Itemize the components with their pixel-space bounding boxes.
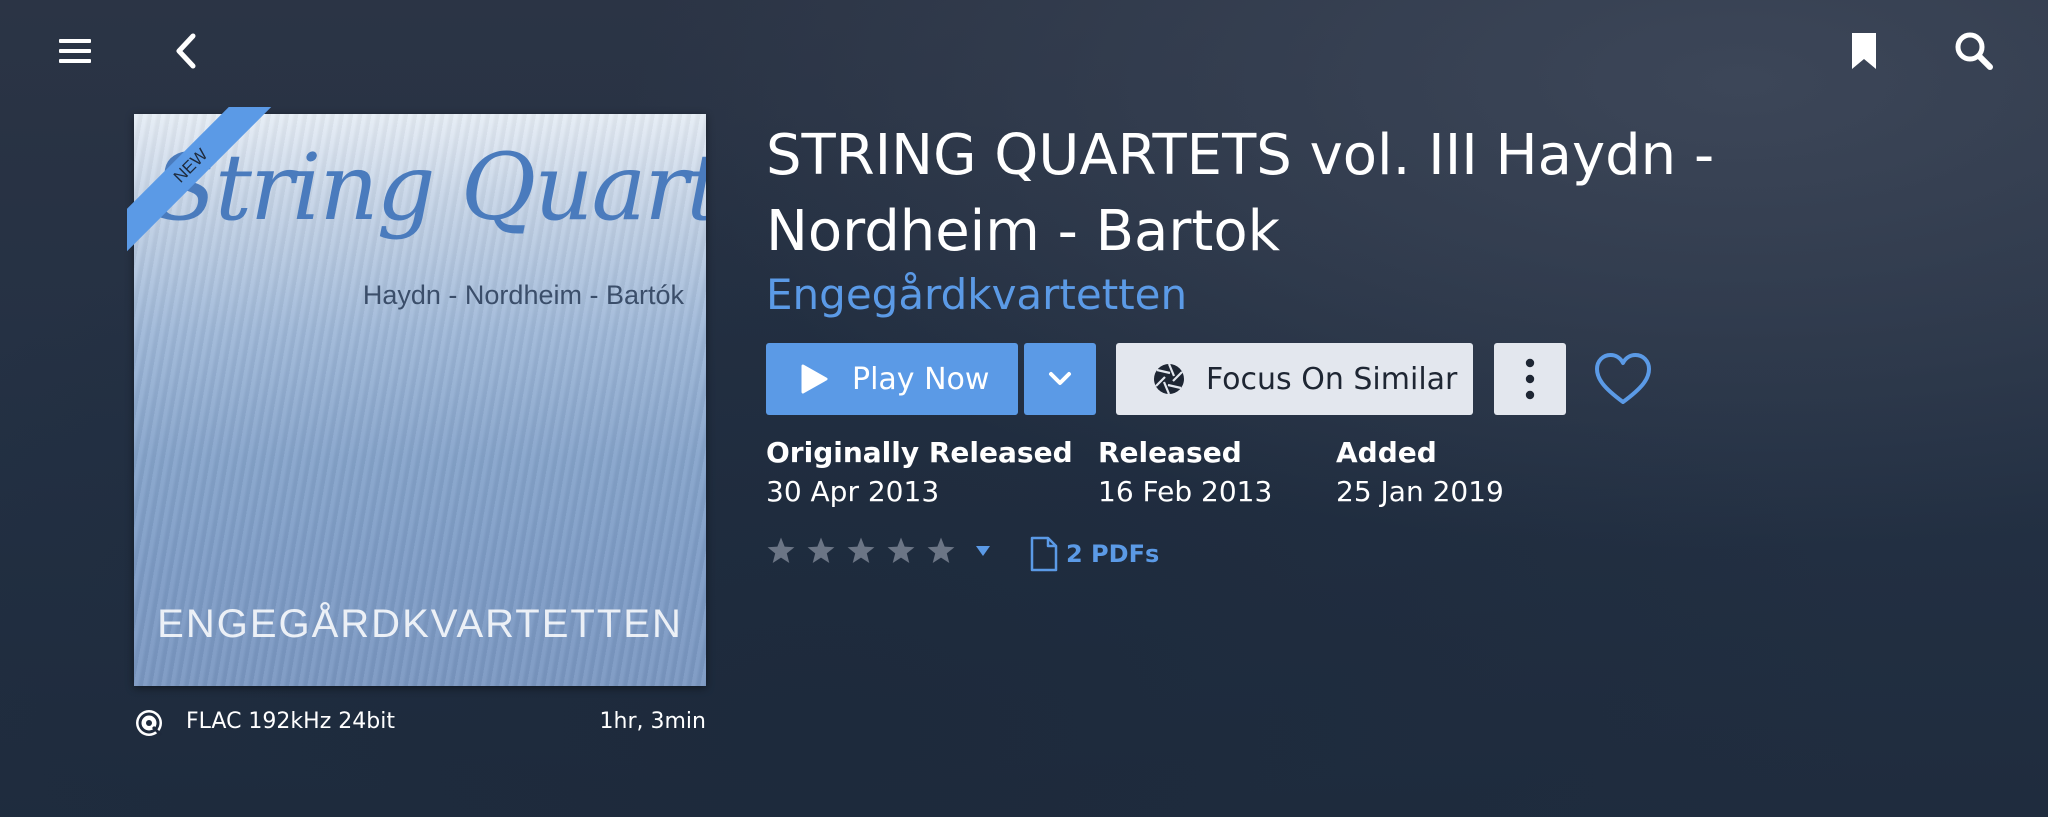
document-icon: [1030, 536, 1058, 572]
favorite-heart-icon[interactable]: [1592, 348, 1654, 410]
meta-value: 30 Apr 2013: [766, 475, 940, 508]
back-chevron-icon[interactable]: [163, 26, 209, 76]
focus-on-similar-button[interactable]: Focus On Similar: [1116, 343, 1473, 415]
album-title: STRING QUARTETS vol. III Haydn - Nordhei…: [766, 123, 1715, 264]
meta-label: Added: [1336, 436, 1437, 469]
hamburger-menu-icon[interactable]: [52, 28, 98, 74]
vertical-ellipsis-icon: [1525, 358, 1535, 400]
meta-added: Added 25 Jan 2019: [1336, 436, 1504, 508]
artist-link[interactable]: Engegårdkvartetten: [766, 270, 1187, 319]
new-badge-label: NEW: [127, 107, 294, 269]
meta-label: Released: [1098, 436, 1242, 469]
play-now-label: Play Now: [852, 361, 990, 397]
star-icon[interactable]: [846, 536, 876, 566]
aperture-icon: [1152, 362, 1186, 396]
star-icon[interactable]: [766, 536, 796, 566]
format-row: FLAC 192kHz 24bit 1hr, 3min: [134, 708, 706, 738]
chevron-down-icon: [1048, 371, 1072, 387]
new-badge-ribbon: NEW: [127, 107, 327, 307]
audio-quality-icon: [134, 708, 164, 738]
focus-on-similar-label: Focus On Similar: [1206, 361, 1458, 397]
search-icon[interactable]: [1950, 26, 1998, 76]
album-duration: 1hr, 3min: [599, 709, 706, 734]
meta-value: 16 Feb 2013: [1098, 475, 1273, 508]
bookmark-icon[interactable]: [1842, 26, 1886, 76]
cover-artist-art: ENGEGÅRDKVARTETTEN: [157, 602, 683, 646]
meta-released: Released 16 Feb 2013: [1098, 436, 1272, 508]
audio-format: FLAC 192kHz 24bit: [186, 709, 395, 734]
star-icon[interactable]: [806, 536, 836, 566]
meta-label: Originally Released: [766, 436, 1073, 469]
pdfs-label: 2 PDFs: [1066, 540, 1160, 568]
star-icon[interactable]: [886, 536, 916, 566]
meta-value: 25 Jan 2019: [1336, 475, 1504, 508]
play-options-dropdown-button[interactable]: [1024, 343, 1096, 415]
meta-originally-released: Originally Released 30 Apr 2013: [766, 436, 1073, 508]
cover-composers-art: Haydn - Nordheim - Bartók: [362, 280, 684, 310]
play-now-button[interactable]: Play Now: [766, 343, 1018, 415]
play-icon: [800, 364, 828, 394]
more-options-button[interactable]: [1494, 343, 1566, 415]
star-rating[interactable]: [766, 535, 966, 567]
star-icon[interactable]: [926, 536, 956, 566]
pdfs-link[interactable]: 2 PDFs: [1030, 535, 1159, 573]
rating-dropdown-caret-icon[interactable]: [972, 541, 994, 561]
